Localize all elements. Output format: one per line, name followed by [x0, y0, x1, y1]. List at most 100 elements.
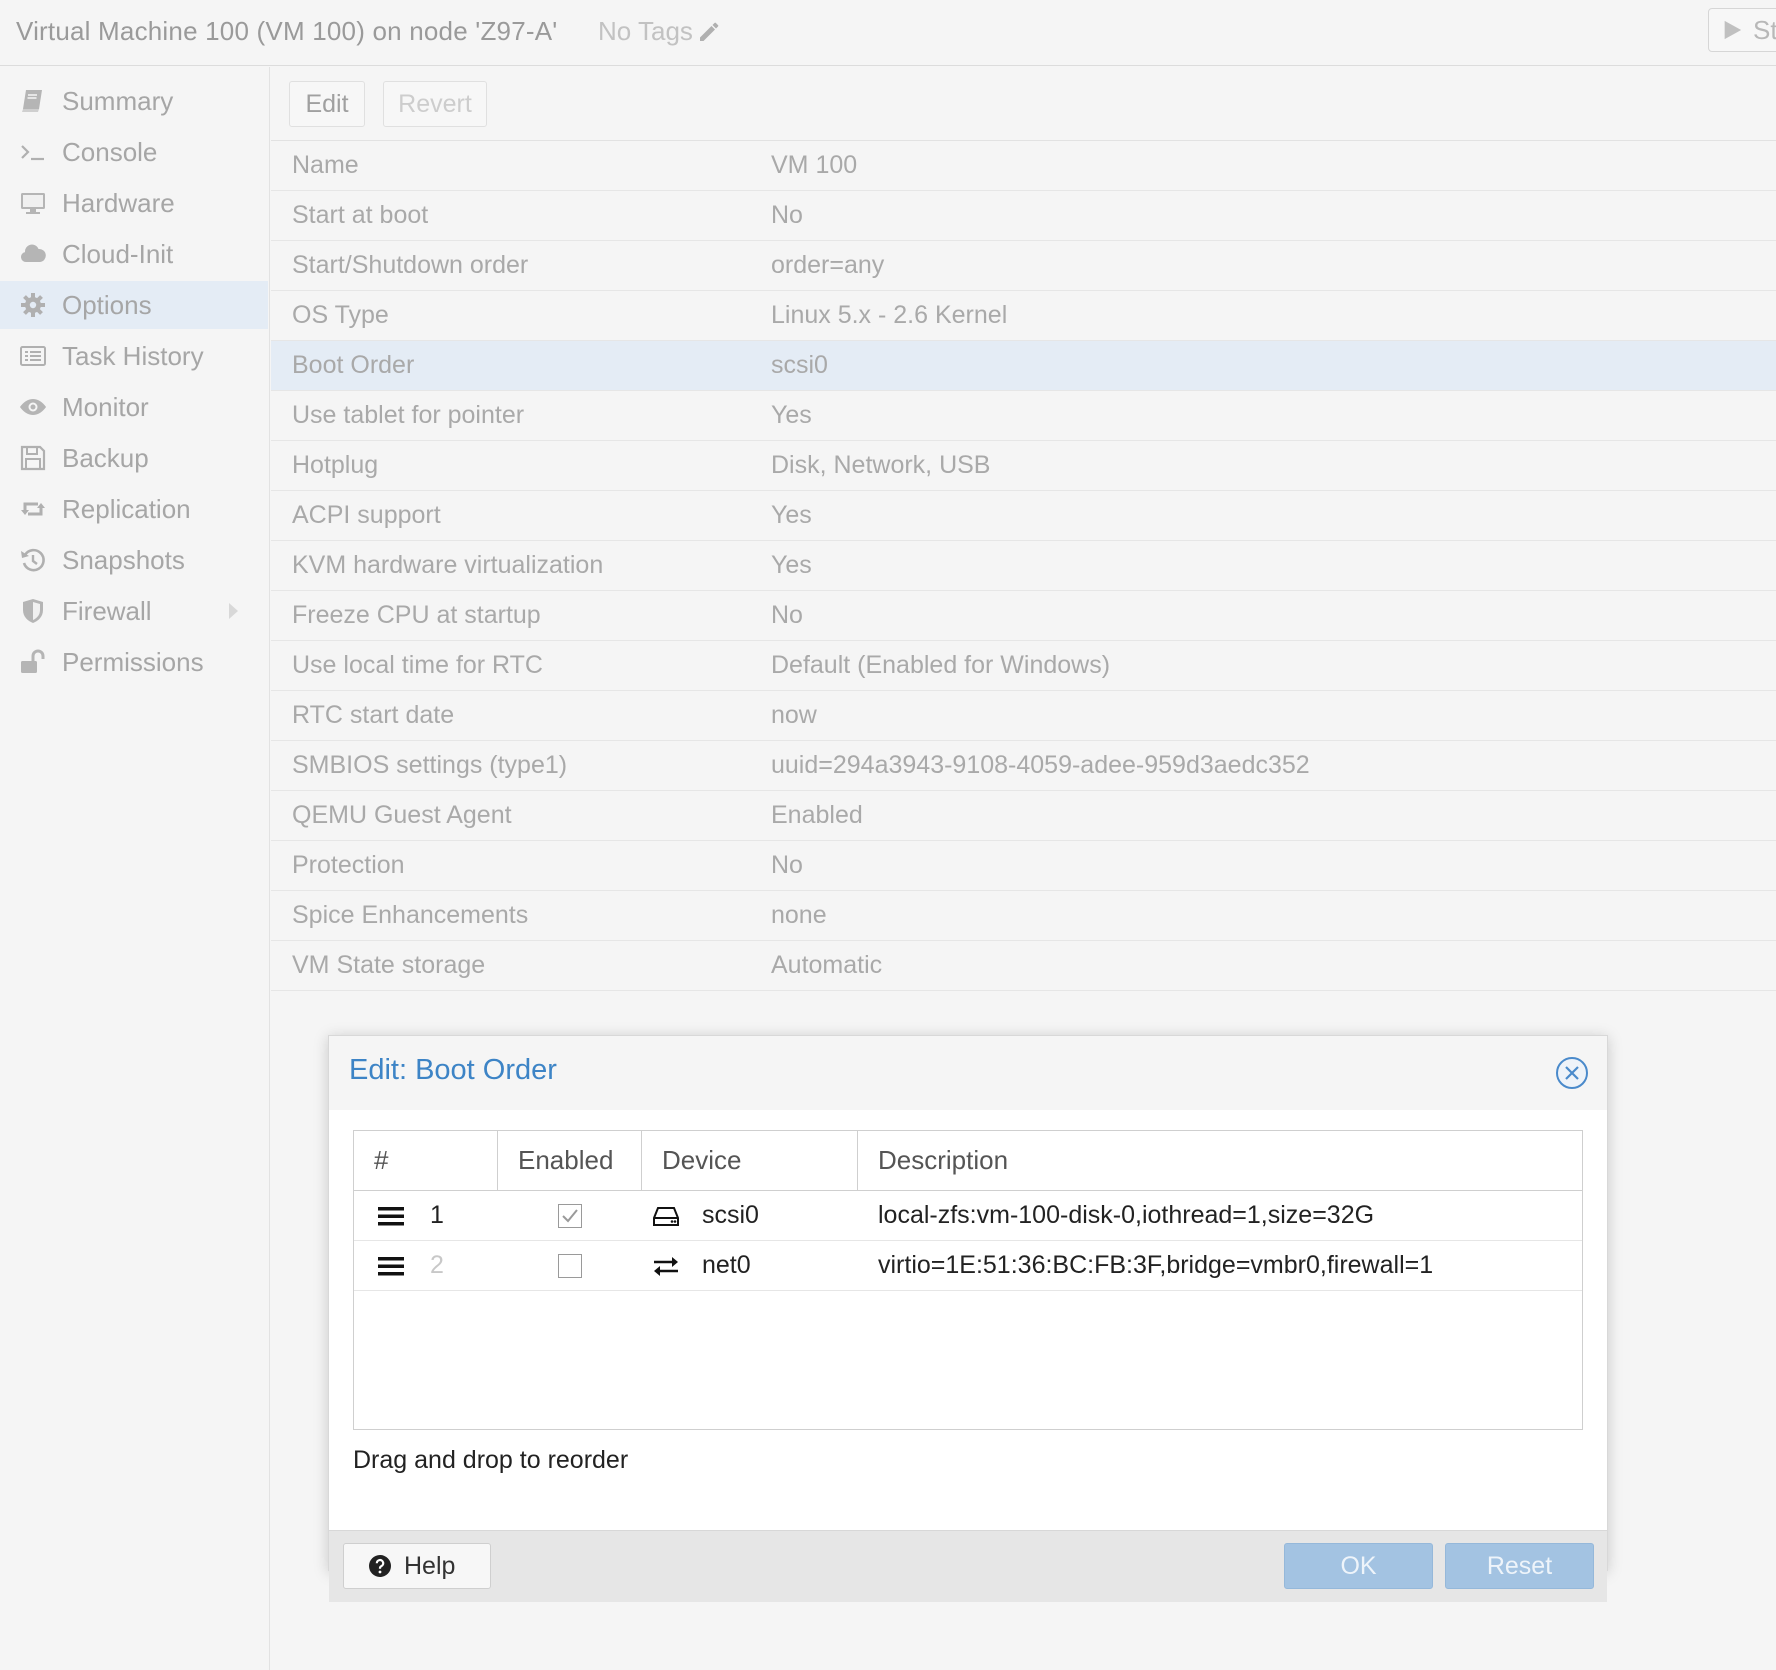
sidebar-item-hardware[interactable]: Hardware [0, 179, 268, 227]
options-toolbar: Edit Revert [271, 67, 1776, 141]
table-row[interactable]: VM State storage Automatic [271, 941, 1776, 991]
start-button-label: Start [1753, 14, 1776, 45]
table-row[interactable]: Freeze CPU at startup No [271, 591, 1776, 641]
boot-order-dialog: Edit: Boot Order # Enabled Device Descri… [328, 1035, 1608, 1602]
sidebar-item-monitor[interactable]: Monitor [0, 383, 268, 431]
table-row[interactable]: Use tablet for pointer Yes [271, 391, 1776, 441]
dialog-footer: Help OK Reset [329, 1530, 1607, 1602]
desktop-icon [21, 193, 45, 214]
table-row[interactable]: Hotplug Disk, Network, USB [271, 441, 1776, 491]
sidebar-item-label: Monitor [62, 391, 149, 422]
options-grid: Name VM 100 Start at boot No Start/Shutdow… [271, 141, 1776, 991]
play-icon [1724, 20, 1742, 40]
edit-button[interactable]: Edit [289, 81, 365, 127]
close-icon[interactable] [1555, 1056, 1589, 1090]
drag-handle-icon[interactable] [378, 1255, 404, 1277]
sidebar-item-label: Cloud-Init [62, 238, 174, 269]
sidebar-item-label: Replication [62, 493, 191, 524]
sidebar-item-summary[interactable]: Summary [0, 77, 268, 125]
boot-device-row[interactable]: 1 scsi0 local-zfs:vm-100-disk-0,iothread… [354, 1191, 1582, 1241]
column-header-device[interactable]: Device [642, 1131, 858, 1190]
table-row[interactable]: Use local time for RTC Default (Enabled f… [271, 641, 1776, 691]
floppy-icon [20, 445, 46, 471]
sidebar-item-firewall[interactable]: Firewall [0, 587, 268, 635]
table-row[interactable]: SMBIOS settings (type1) uuid=294a3943-910… [271, 741, 1776, 791]
expand-arrow-icon[interactable] [229, 603, 238, 619]
sidebar-item-label: Summary [62, 85, 174, 116]
sidebar-item-label: Task History [62, 340, 204, 371]
sidebar-item-options[interactable]: Options [0, 281, 268, 329]
gear-icon [21, 293, 45, 317]
table-row[interactable]: Spice Enhancements none [271, 891, 1776, 941]
device-description: virtio=1E:51:36:BC:FB:3F,bridge=vmbr0,fi… [878, 1251, 1434, 1279]
enabled-checkbox[interactable] [558, 1253, 582, 1278]
sidebar-nav: Summary Console Hardware Cloud-Init Opti… [0, 67, 270, 1670]
sidebar-item-label: Backup [62, 442, 149, 473]
sidebar-item-label: Console [62, 136, 158, 167]
grid-header: # Enabled Device Description [354, 1131, 1582, 1191]
cloud-icon [20, 244, 46, 262]
drag-handle-icon[interactable] [378, 1205, 404, 1227]
tags-editor[interactable]: No Tags [598, 16, 721, 47]
dialog-title: Edit: Boot Order [349, 1054, 557, 1086]
table-row[interactable]: ACPI support Yes [271, 491, 1776, 541]
column-header-description[interactable]: Description [858, 1131, 1582, 1190]
check-icon [562, 1208, 578, 1222]
start-button[interactable]: Start [1708, 8, 1776, 52]
book-icon [22, 90, 42, 112]
retweet-icon [21, 502, 45, 516]
reset-button[interactable]: Reset [1445, 1543, 1594, 1589]
sidebar-item-label: Permissions [62, 646, 204, 677]
shield-icon [23, 599, 43, 623]
boot-order-index: 2 [430, 1251, 444, 1279]
sidebar-item-label: Hardware [62, 187, 175, 218]
table-row[interactable]: OS Type Linux 5.x - 2.6 Kernel [271, 291, 1776, 341]
table-row[interactable]: Name VM 100 [271, 141, 1776, 191]
enabled-checkbox[interactable] [558, 1203, 582, 1228]
table-row[interactable]: Start at boot No [271, 191, 1776, 241]
page-header: Virtual Machine 100 (VM 100) on node 'Z9… [0, 0, 1776, 66]
boot-order-grid: # Enabled Device Description 1 scsi0 loc… [353, 1130, 1583, 1430]
sidebar-item-console[interactable]: Console [0, 128, 268, 176]
help-button-label: Help [404, 1551, 456, 1580]
sidebar-item-cloud-init[interactable]: Cloud-Init [0, 230, 268, 278]
sidebar-item-task-history[interactable]: Task History [0, 332, 268, 380]
page-title: Virtual Machine 100 (VM 100) on node 'Z9… [16, 16, 558, 46]
table-row[interactable]: RTC start date now [271, 691, 1776, 741]
revert-button[interactable]: Revert [383, 81, 487, 127]
hdd-icon [653, 1206, 679, 1226]
device-description: local-zfs:vm-100-disk-0,iothread=1,size=… [878, 1201, 1375, 1229]
sidebar-item-replication[interactable]: Replication [0, 485, 268, 533]
history-icon [21, 548, 45, 572]
list-icon [20, 346, 46, 366]
sidebar-item-permissions[interactable]: Permissions [0, 638, 268, 686]
exchange-icon [654, 1256, 678, 1276]
help-button[interactable]: Help [343, 1543, 491, 1589]
terminal-icon [21, 145, 44, 161]
question-circle-icon [369, 1555, 391, 1577]
pencil-icon[interactable] [697, 20, 721, 44]
ok-button[interactable]: OK [1284, 1543, 1433, 1589]
sidebar-item-snapshots[interactable]: Snapshots [0, 536, 268, 584]
sidebar-item-label: Options [62, 289, 152, 320]
boot-device-row[interactable]: 2 net0 virtio=1E:51:36:BC:FB:3F,bridge=v… [354, 1241, 1582, 1291]
device-name: net0 [702, 1251, 751, 1279]
table-row[interactable]: Protection No [271, 841, 1776, 891]
eye-icon [20, 399, 46, 415]
dialog-header: Edit: Boot Order [329, 1036, 1607, 1110]
table-row[interactable]: KVM hardware virtualization Yes [271, 541, 1776, 591]
sidebar-item-label: Firewall [62, 595, 152, 626]
unlock-icon [21, 649, 45, 673]
sidebar-item-backup[interactable]: Backup [0, 434, 268, 482]
device-name: scsi0 [702, 1201, 759, 1229]
boot-order-index: 1 [430, 1201, 444, 1229]
column-header-enabled[interactable]: Enabled [498, 1131, 642, 1190]
tags-label: No Tags [598, 16, 693, 46]
table-row[interactable]: Start/Shutdown order order=any [271, 241, 1776, 291]
table-row-selected[interactable]: Boot Order scsi0 [271, 341, 1776, 391]
column-header-num[interactable]: # [354, 1131, 498, 1190]
sidebar-item-label: Snapshots [62, 544, 185, 575]
table-row[interactable]: QEMU Guest Agent Enabled [271, 791, 1776, 841]
reorder-hint: Drag and drop to reorder [353, 1446, 629, 1474]
dialog-body: # Enabled Device Description 1 scsi0 loc… [329, 1110, 1607, 1530]
